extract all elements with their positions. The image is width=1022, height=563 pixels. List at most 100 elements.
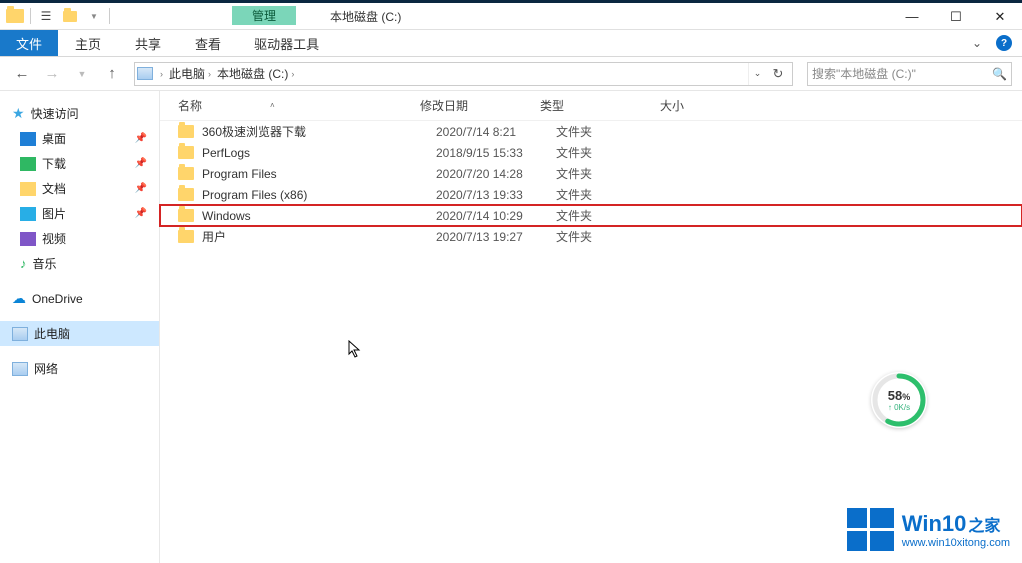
- file-name: 360极速浏览器下载: [202, 123, 436, 140]
- sidebar-item-label: 视频: [42, 230, 66, 247]
- address-bar[interactable]: › 此电脑› 本地磁盘 (C:)› ⌄ ↻: [134, 62, 793, 86]
- refresh-button[interactable]: ↻: [766, 66, 790, 82]
- cloud-icon: ☁: [12, 290, 26, 307]
- drive-icon: [137, 67, 153, 80]
- qat-properties-icon[interactable]: ☰: [35, 5, 57, 27]
- qat-newfolder-icon[interactable]: [59, 5, 81, 27]
- breadcrumb-drive[interactable]: 本地磁盘 (C:)›: [214, 65, 297, 82]
- search-box[interactable]: 搜索"本地磁盘 (C:)" 🔍: [807, 62, 1012, 86]
- sidebar-item-document[interactable]: 文档📌: [0, 176, 159, 201]
- desktop-icon: [20, 132, 36, 146]
- file-type: 文件夹: [556, 207, 676, 224]
- file-row[interactable]: Program Files2020/7/20 14:28文件夹: [160, 163, 1022, 184]
- sort-indicator-icon: ˄: [270, 101, 275, 110]
- column-size[interactable]: 大小: [660, 97, 740, 114]
- sidebar-item-desktop[interactable]: 桌面 📌: [0, 126, 159, 151]
- file-date: 2020/7/13 19:33: [436, 188, 556, 202]
- sidebar-item-label: 此电脑: [34, 325, 70, 342]
- folder-icon: [178, 146, 194, 159]
- file-row[interactable]: 用户2020/7/13 19:27文件夹: [160, 226, 1022, 247]
- picture-icon: [20, 207, 36, 221]
- folder-app-icon: [4, 5, 26, 27]
- search-placeholder: 搜索"本地磁盘 (C:)": [812, 65, 916, 82]
- file-tab[interactable]: 文件: [0, 30, 58, 56]
- column-name[interactable]: 名称˄: [160, 97, 420, 114]
- pin-icon: 📌: [135, 183, 147, 194]
- title-bar: ☰ ▼ 管理 本地磁盘 (C:) ― ☐ ✕: [0, 0, 1022, 30]
- search-icon[interactable]: 🔍: [992, 67, 1007, 81]
- watermark-url: www.win10xitong.com: [902, 537, 1010, 549]
- navigation-pane: ★ 快速访问 桌面📌下载📌文档📌图片📌 视频♪音乐 ☁ OneDrive 此电脑…: [0, 91, 160, 563]
- close-button[interactable]: ✕: [978, 3, 1022, 30]
- ribbon-expand-icon[interactable]: ⌄: [962, 30, 992, 56]
- up-button[interactable]: ↑: [100, 62, 124, 86]
- sidebar-network[interactable]: 网络: [0, 356, 159, 381]
- file-row[interactable]: Program Files (x86)2020/7/13 19:33文件夹: [160, 184, 1022, 205]
- back-button[interactable]: ←: [10, 62, 34, 86]
- sidebar-item-label: 图片: [42, 205, 66, 222]
- file-name: Windows: [202, 209, 436, 223]
- folder-icon: [178, 188, 194, 201]
- file-type: 文件夹: [556, 228, 676, 245]
- breadcrumb-thispc[interactable]: 此电脑›: [166, 65, 214, 82]
- sidebar-item-picture[interactable]: 图片 📌: [0, 201, 159, 226]
- windows-logo-icon: [847, 508, 894, 551]
- sidebar-onedrive[interactable]: ☁ OneDrive: [0, 286, 159, 311]
- folder-icon: [178, 125, 194, 138]
- sidebar-item-label: 桌面: [42, 130, 66, 147]
- maximize-button[interactable]: ☐: [934, 3, 978, 30]
- sidebar-item-music[interactable]: ♪ 音乐: [0, 251, 159, 276]
- file-date: 2020/7/14 10:29: [436, 209, 556, 223]
- file-name: PerfLogs: [202, 146, 436, 160]
- column-headers: 名称˄ 修改日期 类型 大小: [160, 91, 1022, 121]
- file-row[interactable]: Windows2020/7/14 10:29文件夹: [160, 205, 1022, 226]
- file-name: 用户: [202, 228, 436, 245]
- speed-percent: 58%: [888, 388, 910, 403]
- file-type: 文件夹: [556, 165, 676, 182]
- file-list-area: 名称˄ 修改日期 类型 大小 360极速浏览器下载2020/7/14 8:21文…: [160, 91, 1022, 563]
- document-icon: [20, 182, 36, 196]
- minimize-button[interactable]: ―: [890, 3, 934, 30]
- history-dropdown-icon[interactable]: ▼: [70, 62, 94, 86]
- tab-view[interactable]: 查看: [178, 30, 238, 56]
- forward-button[interactable]: →: [40, 62, 64, 86]
- watermark-suffix: 之家: [968, 512, 1000, 536]
- tab-drive-tools[interactable]: 驱动器工具: [238, 30, 335, 56]
- sidebar-thispc[interactable]: 此电脑: [0, 321, 159, 346]
- file-date: 2018/9/15 15:33: [436, 146, 556, 160]
- file-type: 文件夹: [556, 144, 676, 161]
- column-type[interactable]: 类型: [540, 97, 660, 114]
- file-row[interactable]: 360极速浏览器下载2020/7/14 8:21文件夹: [160, 121, 1022, 142]
- folder-icon: [178, 167, 194, 180]
- sidebar-item-download[interactable]: 下载📌: [0, 151, 159, 176]
- help-button[interactable]: ?: [992, 30, 1016, 56]
- qat-dropdown-icon[interactable]: ▼: [83, 5, 105, 27]
- star-icon: ★: [12, 105, 25, 122]
- contextual-tab-label: 管理: [232, 6, 296, 25]
- video-icon: [20, 232, 36, 246]
- speed-widget[interactable]: 58% ↑ 0K/s: [871, 372, 927, 428]
- file-name: Program Files: [202, 167, 436, 181]
- column-date[interactable]: 修改日期: [420, 97, 540, 114]
- window-title: 本地磁盘 (C:): [330, 8, 401, 25]
- watermark-brand: Win10: [902, 511, 967, 537]
- speed-rate: ↑ 0K/s: [888, 403, 910, 412]
- sidebar-item-label: 网络: [34, 360, 58, 377]
- tab-share[interactable]: 共享: [118, 30, 178, 56]
- tab-home[interactable]: 主页: [58, 30, 118, 56]
- breadcrumb-root[interactable]: ›: [157, 69, 166, 79]
- sidebar-item-label: 下载: [42, 155, 66, 172]
- music-icon: ♪: [20, 256, 27, 271]
- sidebar-item-video[interactable]: 视频: [0, 226, 159, 251]
- file-row[interactable]: PerfLogs2018/9/15 15:33文件夹: [160, 142, 1022, 163]
- sidebar-item-label: 音乐: [33, 255, 57, 272]
- watermark: Win10之家 www.win10xitong.com: [847, 508, 1010, 551]
- folder-icon: [178, 209, 194, 222]
- pin-icon: 📌: [135, 133, 147, 144]
- file-name: Program Files (x86): [202, 188, 436, 202]
- file-date: 2020/7/20 14:28: [436, 167, 556, 181]
- sidebar-quick-access[interactable]: ★ 快速访问: [0, 101, 159, 126]
- navigation-bar: ← → ▼ ↑ › 此电脑› 本地磁盘 (C:)› ⌄ ↻ 搜索"本地磁盘 (C…: [0, 57, 1022, 91]
- pin-icon: 📌: [135, 208, 147, 219]
- address-dropdown-icon[interactable]: ⌄: [748, 63, 766, 85]
